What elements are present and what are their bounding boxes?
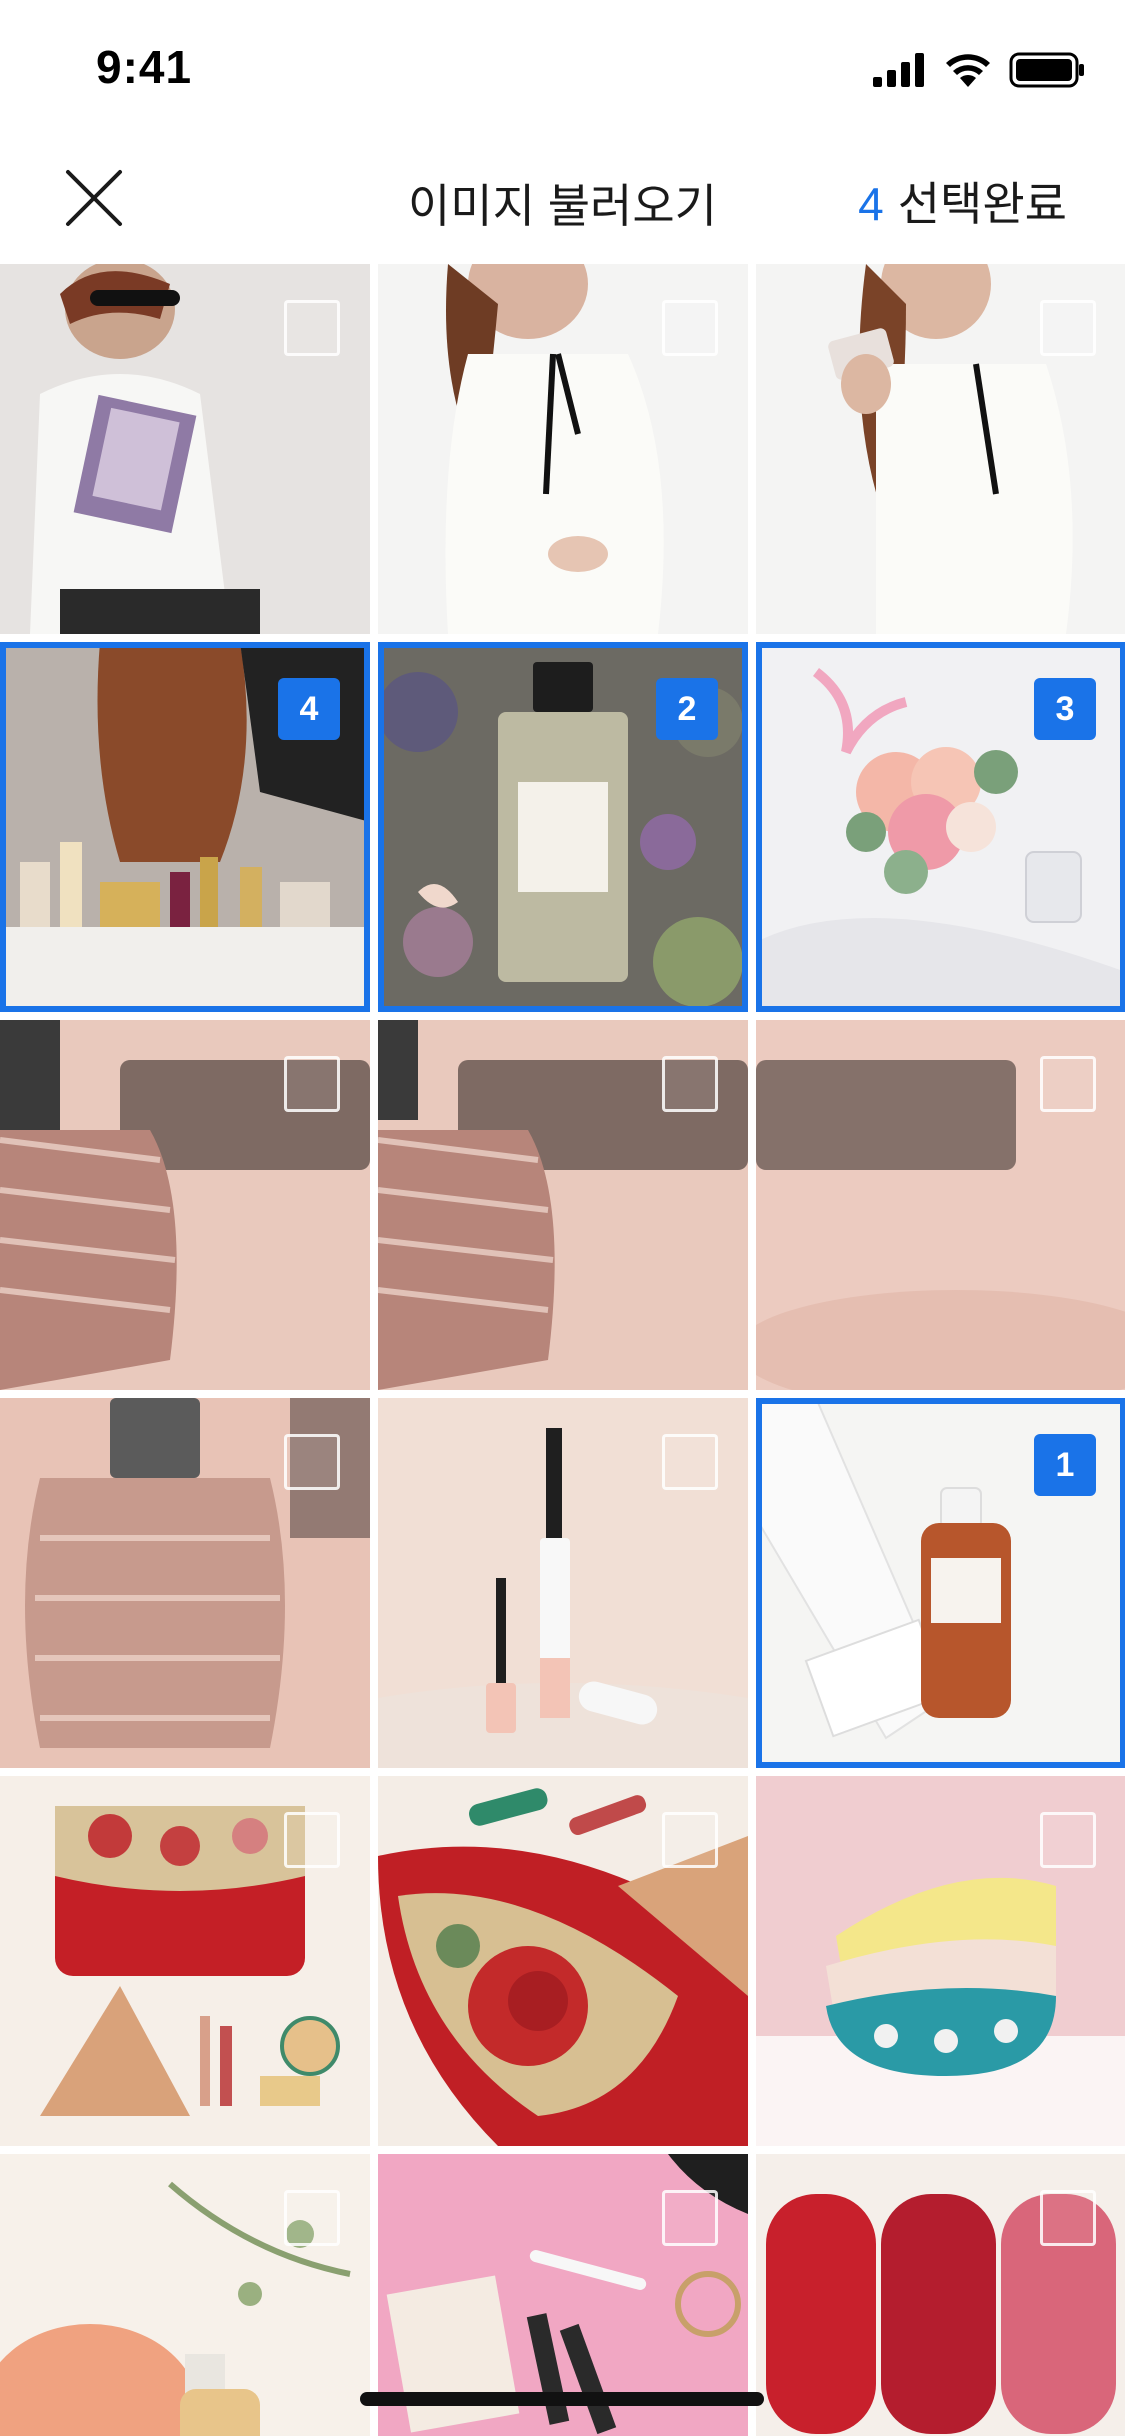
photo-tile[interactable] [0, 1776, 370, 2146]
checkbox[interactable] [284, 1434, 340, 1490]
photo-tile[interactable] [0, 1020, 370, 1390]
photo-tile[interactable] [756, 1776, 1125, 2146]
selection-order-badge: 4 [278, 678, 340, 740]
status-time: 9:41 [96, 41, 193, 93]
close-button[interactable] [58, 166, 130, 230]
photo-tile[interactable]: 1 [756, 1398, 1125, 1768]
checkbox[interactable] [1040, 300, 1096, 356]
selection-order-badge: 3 [1034, 678, 1096, 740]
photo-tile[interactable] [378, 1020, 748, 1390]
status-bar: 9:41 [0, 0, 1125, 132]
photo-tile[interactable] [0, 264, 370, 634]
checkbox[interactable] [662, 2190, 718, 2246]
selected-count: 4 [858, 178, 884, 230]
done-button[interactable]: 4 선택완료 [858, 168, 1067, 234]
selection-order-badge: 2 [656, 678, 718, 740]
checkbox[interactable] [662, 1812, 718, 1868]
done-label: 선택완료 [897, 178, 1067, 230]
selection-order-badge: 1 [1034, 1434, 1096, 1496]
close-x-icon [66, 170, 122, 226]
checkbox[interactable] [1040, 2190, 1096, 2246]
photo-tile[interactable] [378, 1398, 748, 1768]
photo-tile[interactable]: 2 [378, 642, 748, 1012]
status-icons [873, 50, 1085, 90]
photo-tile[interactable]: 4 [0, 642, 370, 1012]
photo-tile[interactable] [756, 2154, 1125, 2436]
photo-tile[interactable] [0, 2154, 370, 2436]
photo-tile[interactable] [756, 264, 1125, 634]
photo-tile[interactable] [756, 1020, 1125, 1390]
photo-tile[interactable] [378, 264, 748, 634]
checkbox[interactable] [284, 1812, 340, 1868]
checkbox[interactable] [1040, 1056, 1096, 1112]
checkbox[interactable] [662, 1434, 718, 1490]
checkbox[interactable] [284, 300, 340, 356]
checkbox[interactable] [662, 1056, 718, 1112]
nav-bar: 이미지 불러오기 4 선택완료 [0, 132, 1125, 264]
photo-tile[interactable] [0, 1398, 370, 1768]
photo-tile[interactable]: 3 [756, 642, 1125, 1012]
photo-grid: 4 2 3 1 [0, 264, 1125, 2436]
checkbox[interactable] [284, 2190, 340, 2246]
checkbox[interactable] [284, 1056, 340, 1112]
home-indicator[interactable] [360, 2392, 764, 2406]
wifi-icon [946, 54, 990, 87]
checkbox[interactable] [1040, 1812, 1096, 1868]
cellular-signal-icon [873, 53, 924, 87]
checkbox[interactable] [662, 300, 718, 356]
photo-tile[interactable] [378, 1776, 748, 2146]
battery-icon [1009, 52, 1084, 88]
